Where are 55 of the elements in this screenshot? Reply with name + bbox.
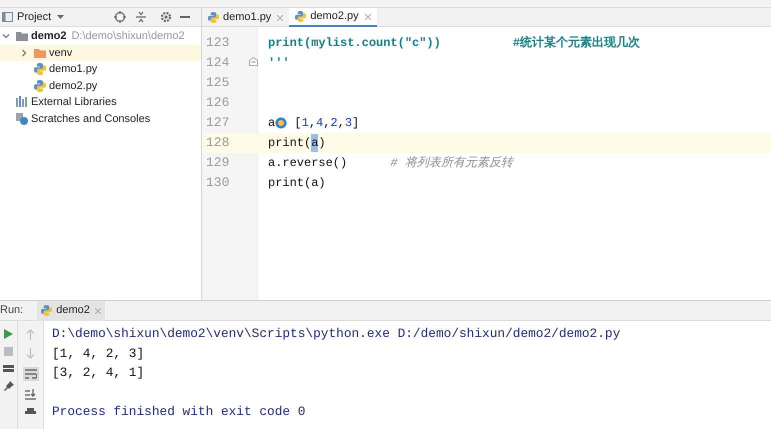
tree-item[interactable]: venv	[0, 44, 201, 61]
console-line: Process finished with exit code 0	[52, 403, 306, 421]
line-number: 128	[205, 134, 230, 152]
layout-icon[interactable]	[3, 364, 14, 373]
line-number: 127	[205, 114, 230, 132]
code-line: print(a)	[268, 134, 326, 152]
chevron-icon[interactable]	[20, 48, 28, 57]
editor-tab[interactable]: demo2.py	[289, 8, 377, 27]
editor-tab[interactable]: demo1.py	[202, 8, 290, 27]
locate-icon[interactable]	[114, 11, 126, 23]
selected-text: a	[311, 134, 318, 152]
line-number: 129	[205, 154, 230, 172]
tree-item[interactable]: demo2.py	[0, 78, 201, 94]
collapse-icon[interactable]	[136, 11, 146, 23]
line-number: 125	[205, 74, 230, 92]
line-number: 130	[205, 174, 230, 192]
tree-item[interactable]: External Libraries	[0, 94, 201, 110]
console-line: D:\demo\shixun\demo2\venv\Scripts\python.exe D:/demo/shixun/demo2/demo2.py	[52, 325, 620, 343]
folder-icon	[34, 46, 46, 59]
line-number: 123	[205, 34, 230, 52]
console-line: [3, 2, 4, 1]	[52, 364, 146, 382]
python-file-icon	[34, 80, 46, 92]
python-file-icon	[208, 12, 219, 23]
folder-icon	[16, 30, 28, 42]
pin-icon[interactable]	[4, 381, 14, 391]
intention-icon[interactable]	[275, 117, 288, 129]
code-line: '''	[268, 55, 290, 72]
settings-icon[interactable]	[160, 11, 172, 23]
print-icon[interactable]	[25, 408, 36, 414]
run-icon[interactable]	[4, 329, 13, 339]
code-line: print(mylist.count("c")) #统计某个元素出现几次	[268, 34, 640, 52]
scroll-to-end-icon[interactable]	[25, 389, 36, 400]
tree-item[interactable]: demo2 D:\demo\shixun\demo2	[0, 28, 201, 44]
code-line: print(a)	[268, 175, 326, 192]
tree-item[interactable]: Scratches and Consoles	[0, 110, 201, 127]
libraries-icon	[16, 96, 28, 108]
close-icon[interactable]	[364, 14, 371, 20]
soft-wrap-icon[interactable]	[22, 367, 38, 381]
python-file-icon	[34, 63, 46, 76]
dropdown-icon[interactable]	[57, 15, 64, 19]
project-path: D:\demo\shixun\demo2	[71, 29, 185, 44]
panel-label: Run:	[0, 303, 24, 318]
chevron-icon[interactable]	[2, 32, 10, 40]
minimize-icon[interactable]	[180, 16, 190, 18]
python-file-icon	[295, 11, 306, 22]
python-file-icon	[41, 305, 52, 316]
code-line: a [1,4,2,3]	[268, 115, 360, 132]
panel-title[interactable]: Project	[17, 8, 52, 26]
line-number: 126	[205, 94, 230, 112]
tree-item[interactable]: demo1.py	[0, 61, 201, 78]
code-line: a.reverse() # 将列表所有元素反转	[268, 155, 513, 172]
console-line: [1, 4, 2, 3]	[52, 344, 146, 362]
run-tab[interactable]: demo2	[37, 300, 105, 320]
scratches-icon	[16, 112, 28, 125]
line-number: 124	[205, 54, 230, 72]
